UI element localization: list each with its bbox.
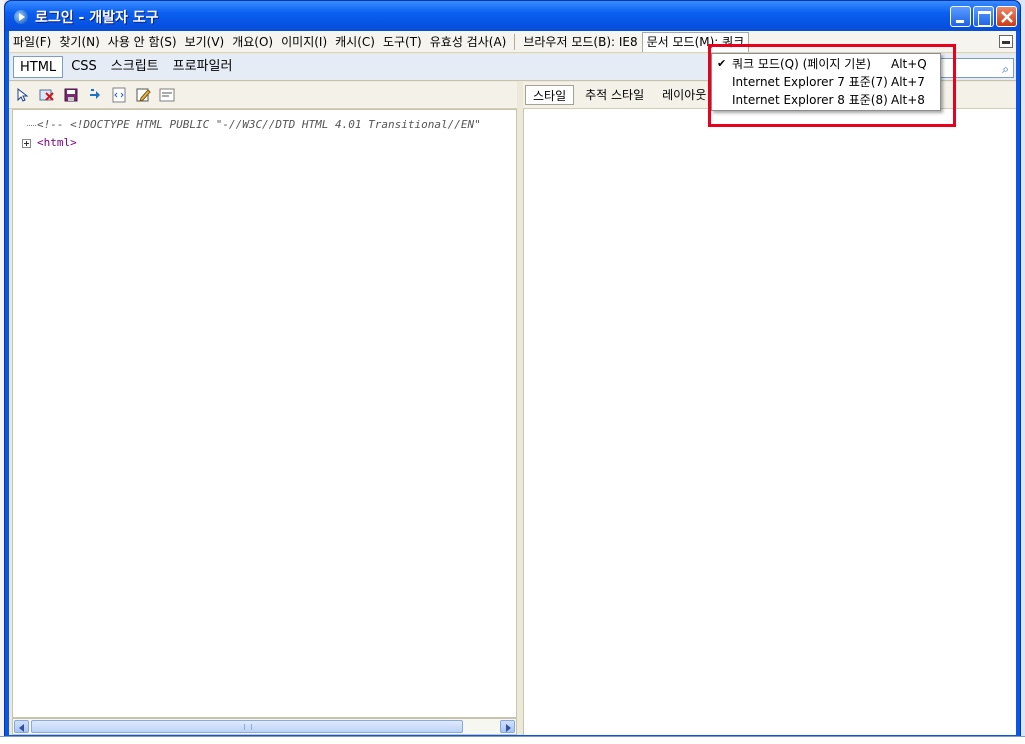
word-wrap-icon[interactable] (159, 87, 175, 103)
tab-style[interactable]: 스타일 (525, 85, 575, 105)
save-icon[interactable] (63, 87, 79, 103)
scroll-right-icon[interactable] (500, 720, 515, 733)
browser-mode-menu[interactable]: 브라우저 모드(B): IE8 (519, 32, 641, 52)
doctype-comment-node[interactable]: <!-- <!DOCTYPE HTML PUBLIC "-//W3C//DTD … (37, 118, 481, 131)
close-button[interactable] (996, 6, 1017, 27)
expand-icon[interactable] (22, 139, 31, 148)
scroll-thumb[interactable] (31, 720, 463, 733)
search-icon[interactable]: ⌕ (1002, 62, 1009, 77)
minimize-button[interactable] (950, 6, 971, 27)
dom-tree-pane[interactable]: <!-- <!DOCTYPE HTML PUBLIC "-//W3C//DTD … (12, 109, 517, 718)
tree-connector (27, 125, 36, 126)
menu-disable[interactable]: 사용 안 함(S) (104, 32, 181, 52)
scroll-left-icon[interactable] (14, 720, 29, 733)
select-element-icon[interactable] (15, 87, 31, 103)
menu-separator (514, 33, 516, 50)
tab-profiler[interactable]: 프로파일러 (167, 56, 239, 78)
menu-file[interactable]: 파일(F) (9, 32, 55, 52)
html-toolbar (9, 82, 517, 109)
scroll-grip (244, 724, 252, 730)
tab-script[interactable]: 스크립트 (105, 56, 165, 78)
minimize-pane-icon[interactable] (999, 35, 1013, 48)
annotation-highlight-box (708, 44, 956, 127)
window-title: 로그인 - 개발자 도구 (35, 10, 159, 26)
app-icon[interactable] (14, 10, 28, 24)
refresh-icon[interactable] (87, 87, 103, 103)
maximize-button[interactable] (973, 6, 994, 27)
edit-icon[interactable] (135, 87, 151, 103)
html-node[interactable]: <html> (37, 136, 77, 149)
clear-icon[interactable] (39, 87, 55, 103)
tab-trace-styles[interactable]: 추적 스타일 (578, 85, 651, 105)
client-area: 파일(F) 찾기(N) 사용 안 함(S) 보기(V) 개요(O) 이미지(I)… (9, 31, 1016, 735)
menu-view[interactable]: 보기(V) (181, 32, 229, 52)
horizontal-scrollbar[interactable] (12, 718, 517, 735)
menu-outline[interactable]: 개요(O) (228, 32, 277, 52)
close-icon (1001, 11, 1013, 23)
menu-find[interactable]: 찾기(N) (55, 32, 103, 52)
title-bar[interactable]: 로그인 - 개발자 도구 (5, 1, 1020, 31)
menu-tools[interactable]: 도구(T) (379, 32, 426, 52)
tab-layout[interactable]: 레이아웃 (655, 85, 713, 105)
tab-css[interactable]: CSS (65, 56, 103, 78)
style-pane[interactable] (523, 109, 1016, 735)
taskbar-strip (0, 736, 1025, 744)
menu-cache[interactable]: 캐시(C) (331, 32, 379, 52)
view-source-icon[interactable] (111, 87, 127, 103)
menu-images[interactable]: 이미지(I) (277, 32, 331, 52)
tab-html[interactable]: HTML (13, 56, 64, 78)
menu-validate[interactable]: 유효성 검사(A) (426, 32, 511, 52)
